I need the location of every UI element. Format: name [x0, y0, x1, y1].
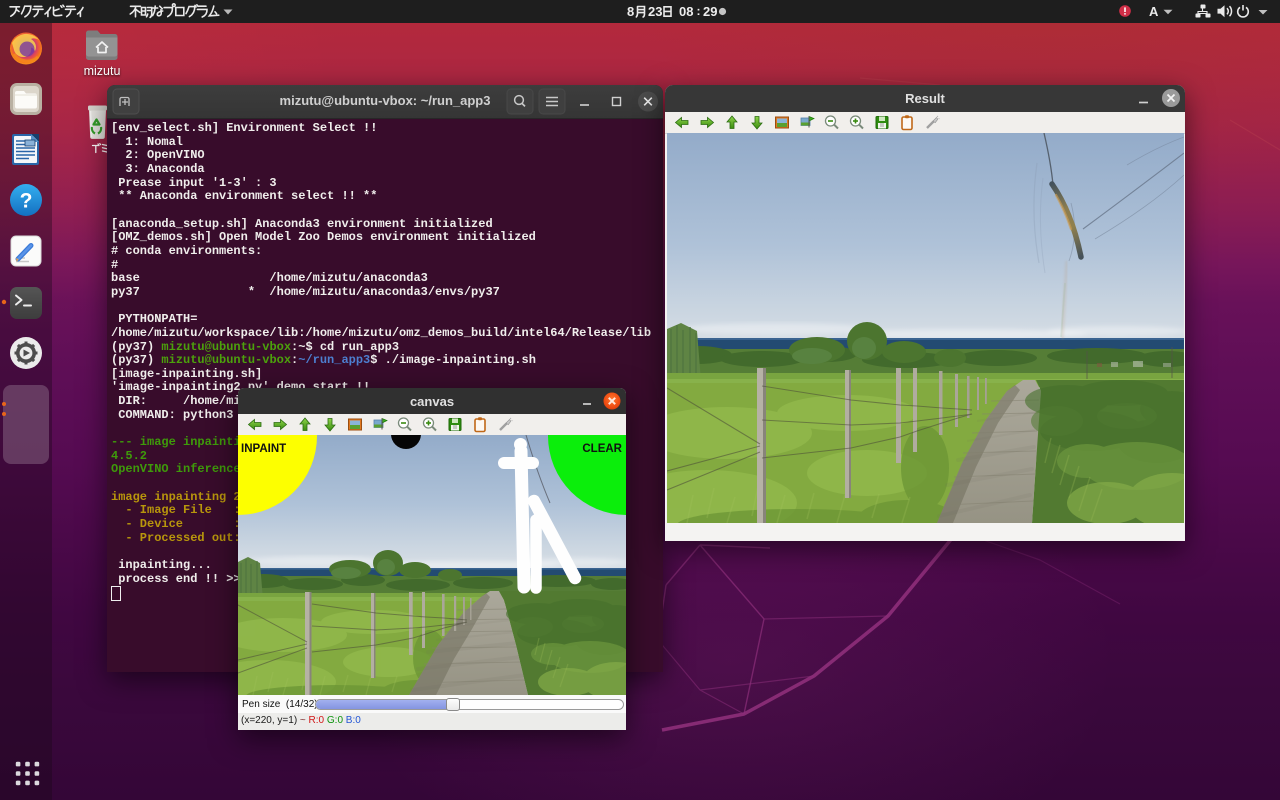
svg-text:29: 29	[703, 4, 717, 19]
svg-text::: :	[697, 4, 701, 18]
svg-text:mizutu: mizutu	[84, 64, 121, 78]
svg-text:CLEAR: CLEAR	[582, 443, 622, 455]
svg-text:23: 23	[648, 4, 662, 19]
svg-text:8: 8	[627, 4, 634, 19]
svg-text:08: 08	[679, 4, 693, 19]
svg-text:A: A	[1149, 4, 1159, 19]
svg-text:INPAINT: INPAINT	[241, 443, 286, 455]
svg-text:?: ?	[20, 190, 33, 213]
